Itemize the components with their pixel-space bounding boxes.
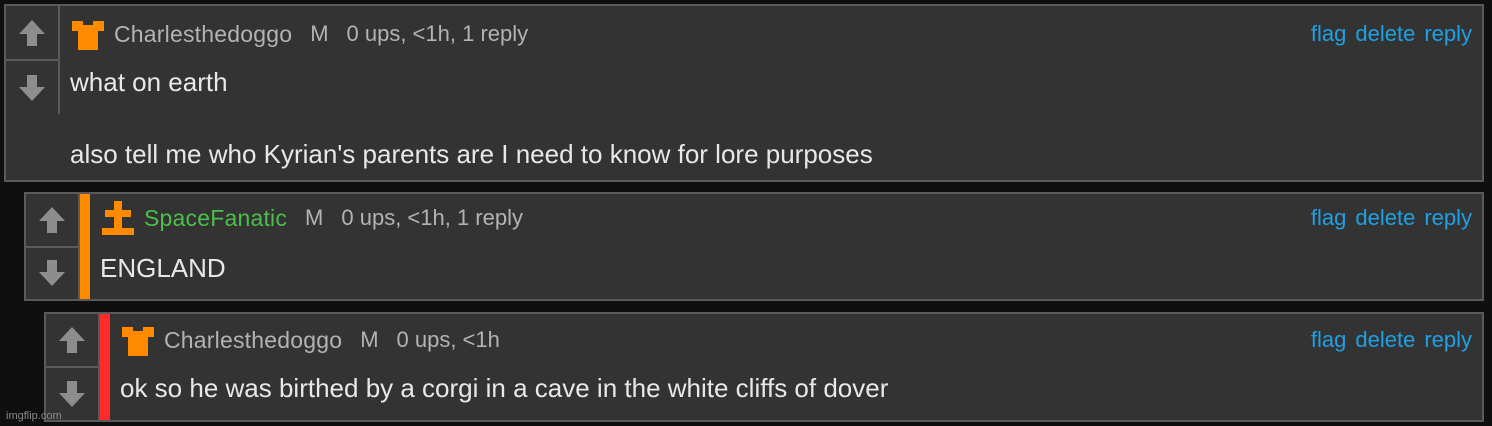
comment-body: Charlesthedoggo M 0 ups, <1h, 1 reply fl… [60, 6, 1482, 180]
reply-link[interactable]: reply [1424, 327, 1472, 353]
comment-line: ok so he was birthed by a corgi in a cav… [120, 373, 889, 403]
vote-column [6, 6, 60, 114]
vote-column [46, 314, 100, 420]
delete-link[interactable]: delete [1355, 327, 1415, 353]
role-label: M [305, 205, 324, 230]
comment-text: ENGLAND [100, 250, 1472, 286]
flag-link[interactable]: flag [1311, 21, 1346, 47]
comment-body: Charlesthedoggo M 0 ups, <1h flag delete… [110, 314, 1482, 420]
downvote-button[interactable] [6, 59, 58, 114]
watermark: imgflip.com [6, 410, 62, 422]
flag-link[interactable]: flag [1311, 205, 1346, 231]
comment-meta: Charlesthedoggo M 0 ups, <1h flag delete… [120, 323, 1472, 357]
comment-stats: 0 ups, <1h, 1 reply [346, 21, 529, 46]
delete-link[interactable]: delete [1355, 21, 1415, 47]
reply-link[interactable]: reply [1424, 21, 1472, 47]
comment-text: ok so he was birthed by a corgi in a cav… [120, 370, 1472, 406]
username-link[interactable]: SpaceFanatic [144, 205, 287, 232]
nesting-stripe [80, 194, 90, 299]
comment-line: also tell me who Kyrian's parents are I … [70, 139, 873, 169]
down-arrow-icon [59, 381, 85, 407]
comment-1: Charlesthedoggo M 0 ups, <1h, 1 reply fl… [4, 4, 1484, 182]
role-label: M [360, 327, 379, 352]
reply-link[interactable]: reply [1424, 205, 1472, 231]
upvote-button[interactable] [46, 314, 98, 366]
comment-actions: flag delete reply [1311, 327, 1472, 353]
down-arrow-icon [39, 260, 65, 287]
comment-3: Charlesthedoggo M 0 ups, <1h flag delete… [44, 312, 1484, 422]
nesting-stripe [100, 314, 110, 420]
upvote-button[interactable] [6, 6, 58, 59]
role-label: M [310, 21, 329, 46]
comment-stats: 0 ups, <1h [396, 327, 500, 352]
comment-body: SpaceFanatic M 0 ups, <1h, 1 reply flag … [90, 194, 1482, 299]
shirt-badge-icon [70, 17, 106, 51]
comment-thread: Charlesthedoggo M 0 ups, <1h, 1 reply fl… [0, 0, 1492, 426]
comment-meta: Charlesthedoggo M 0 ups, <1h, 1 reply fl… [70, 17, 1472, 51]
comment-meta: SpaceFanatic M 0 ups, <1h, 1 reply flag … [100, 201, 1472, 235]
comment-line: what on earth [70, 67, 228, 97]
up-arrow-icon [59, 327, 85, 353]
flag-link[interactable]: flag [1311, 327, 1346, 353]
comment-stats: 0 ups, <1h, 1 reply [341, 205, 523, 230]
up-arrow-icon [19, 19, 45, 46]
comment-actions: flag delete reply [1311, 21, 1472, 47]
cross-badge-icon [100, 201, 136, 235]
shirt-badge-icon [120, 323, 156, 357]
comment-2: SpaceFanatic M 0 ups, <1h, 1 reply flag … [24, 192, 1484, 301]
upvote-button[interactable] [26, 194, 78, 246]
username-link[interactable]: Charlesthedoggo [164, 327, 342, 354]
down-arrow-icon [19, 74, 45, 101]
comment-text: what on earth also tell me who Kyrian's … [70, 64, 1472, 172]
username-link[interactable]: Charlesthedoggo [114, 21, 292, 48]
comment-line: ENGLAND [100, 253, 226, 283]
downvote-button[interactable] [26, 245, 78, 300]
delete-link[interactable]: delete [1355, 205, 1415, 231]
vote-column [26, 194, 80, 299]
up-arrow-icon [39, 206, 65, 233]
comment-actions: flag delete reply [1311, 205, 1472, 231]
